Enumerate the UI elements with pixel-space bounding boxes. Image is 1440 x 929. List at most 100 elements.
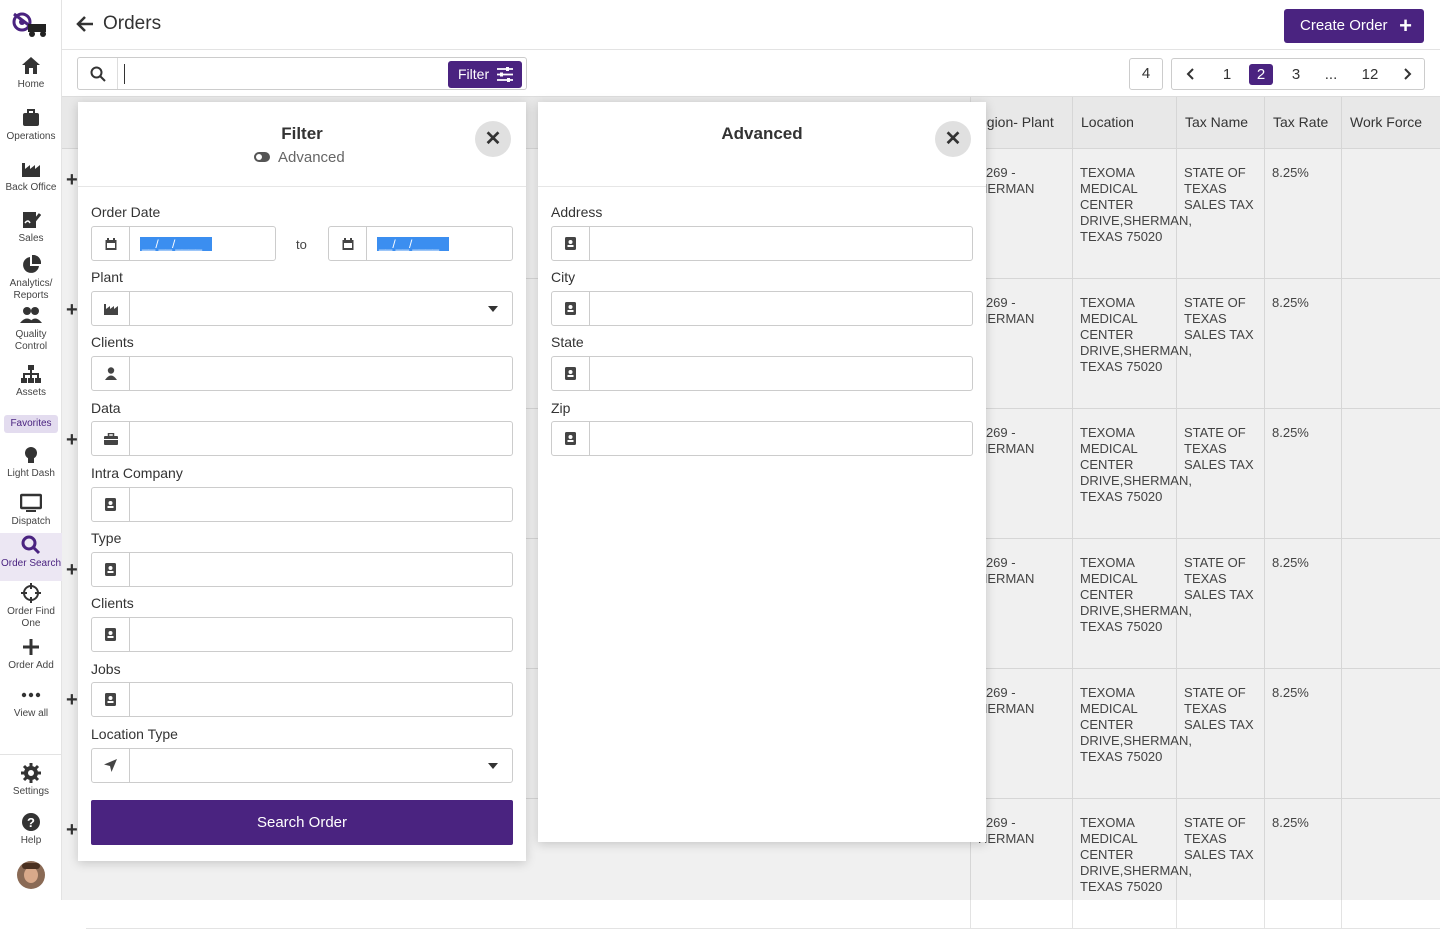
monitor-icon	[20, 493, 42, 512]
data-field[interactable]	[91, 421, 513, 456]
calendar-icon	[92, 227, 130, 260]
plant-select[interactable]	[91, 291, 513, 326]
search-icon	[90, 66, 106, 82]
sidebar-item-label: Back Office	[5, 182, 57, 193]
page-ellipsis: ...	[1324, 66, 1338, 83]
app-logo[interactable]	[12, 12, 50, 40]
advanced-toggle[interactable]	[254, 152, 270, 162]
jobs-label: Jobs	[91, 661, 121, 677]
location-type-label: Location Type	[91, 726, 178, 742]
data-label: Data	[91, 400, 121, 416]
page-1-button[interactable]: 1	[1220, 64, 1234, 85]
state-field[interactable]	[551, 356, 973, 391]
jobs-field[interactable]	[91, 682, 513, 717]
sidebar-item-analytics-reports[interactable]: Analytics/ Reports	[0, 255, 62, 302]
sidebar-item-sales[interactable]: Sales	[0, 210, 62, 245]
avatar[interactable]	[17, 861, 45, 889]
help-icon: ?	[22, 813, 40, 831]
sliders-icon	[497, 67, 513, 82]
search-order-button[interactable]: Search Order	[91, 800, 513, 845]
address-book-icon	[92, 683, 130, 716]
address-book-icon	[552, 357, 590, 390]
chevron-down-icon	[488, 306, 498, 312]
sidebar-item-label: Quality Control	[14, 329, 48, 352]
address-book-icon	[92, 488, 130, 521]
search-input[interactable]	[124, 64, 444, 84]
lightbulb-icon	[25, 447, 37, 463]
address-field[interactable]	[551, 226, 973, 261]
zip-field[interactable]	[551, 421, 973, 456]
home-icon	[22, 57, 40, 74]
sidebar-item-label: Settings	[12, 786, 50, 797]
location-type-select[interactable]	[91, 748, 513, 783]
results-count: 4	[1129, 58, 1163, 90]
sidebar-item-order-add[interactable]: Order Add	[0, 637, 62, 672]
clients-field-2[interactable]	[91, 617, 513, 652]
sidebar-item-dispatch[interactable]: Dispatch	[0, 493, 62, 528]
search-bar: Filter	[77, 57, 527, 90]
back-arrow-icon[interactable]	[76, 15, 94, 33]
create-order-button[interactable]: Create Order +	[1284, 9, 1424, 43]
intra-company-field[interactable]	[91, 487, 513, 522]
chevron-right-icon[interactable]	[1402, 68, 1412, 80]
gear-icon	[21, 763, 41, 783]
svg-text:?: ?	[27, 815, 35, 830]
sidebar: Home Operations Back Office Sales Analyt…	[0, 0, 62, 900]
page-12-button[interactable]: 12	[1358, 64, 1382, 85]
city-field[interactable]	[551, 291, 973, 326]
close-icon: ✕	[484, 128, 502, 150]
factory-icon	[92, 292, 130, 325]
pie-chart-icon	[23, 255, 41, 273]
sidebar-item-quality-control[interactable]: Quality Control	[0, 306, 62, 353]
panel-divider	[538, 186, 986, 187]
type-field[interactable]	[91, 552, 513, 587]
sidebar-item-operations[interactable]: Operations	[0, 108, 62, 143]
plus-icon: +	[1399, 13, 1412, 38]
pagination: 1 2 3 ... 12	[1171, 58, 1425, 90]
sidebar-item-label: Order Add	[8, 660, 54, 671]
page-title: Orders	[103, 13, 162, 34]
sidebar-item-back-office[interactable]: Back Office	[0, 159, 62, 194]
page-2-button[interactable]: 2	[1249, 64, 1273, 85]
filter-button[interactable]: Filter	[448, 61, 522, 88]
sidebar-item-view-all[interactable]: View all	[0, 685, 62, 720]
sidebar-item-light-dash[interactable]: Light Dash	[0, 445, 62, 480]
date-from-value: __/__/____	[140, 237, 212, 251]
clients-label: Clients	[91, 334, 134, 350]
sidebar-item-label: Light Dash	[7, 468, 55, 479]
clients-field[interactable]	[91, 356, 513, 391]
city-label: City	[551, 269, 576, 285]
state-label: State	[551, 334, 584, 350]
page-header: Orders Create Order +	[62, 0, 1440, 50]
filter-close-button[interactable]: ✕	[475, 121, 511, 157]
order-date-label: Order Date	[91, 204, 161, 220]
sidebar-item-settings[interactable]: Settings	[0, 763, 62, 798]
type-label: Type	[91, 530, 122, 546]
sidebar-item-order-find-one[interactable]: Order Find One	[0, 583, 62, 630]
advanced-close-button[interactable]: ✕	[935, 121, 971, 157]
location-arrow-icon	[92, 749, 130, 782]
sidebar-item-home[interactable]: Home	[0, 56, 62, 91]
sidebar-item-help[interactable]: ? Help	[0, 812, 62, 847]
advanced-panel-title: Advanced	[721, 124, 803, 143]
briefcase-icon	[92, 422, 130, 455]
address-book-icon	[552, 422, 590, 455]
calendar-icon	[329, 227, 367, 260]
intra-company-label: Intra Company	[91, 465, 183, 481]
sidebar-item-label: Order Find One	[7, 606, 55, 629]
order-date-to-field[interactable]: __/__/____	[328, 226, 513, 261]
filter-panel: Filter Advanced ✕ Order Date __/__/____ …	[78, 102, 526, 861]
search-icon-cell	[78, 58, 118, 89]
search-icon	[21, 535, 41, 555]
clients-label-2: Clients	[91, 595, 134, 611]
sidebar-item-assets[interactable]: Assets	[0, 364, 62, 399]
order-date-from-field[interactable]: __/__/____	[91, 226, 276, 261]
address-book-icon	[552, 292, 590, 325]
sidebar-divider	[0, 754, 62, 755]
chevron-left-icon[interactable]	[1186, 68, 1196, 80]
sidebar-item-label: Dispatch	[11, 516, 51, 527]
sidebar-item-order-search[interactable]: Order Search	[0, 533, 62, 581]
advanced-toggle-label: Advanced	[278, 149, 345, 166]
page-3-button[interactable]: 3	[1289, 64, 1303, 85]
date-range-to-label: to	[296, 237, 307, 252]
